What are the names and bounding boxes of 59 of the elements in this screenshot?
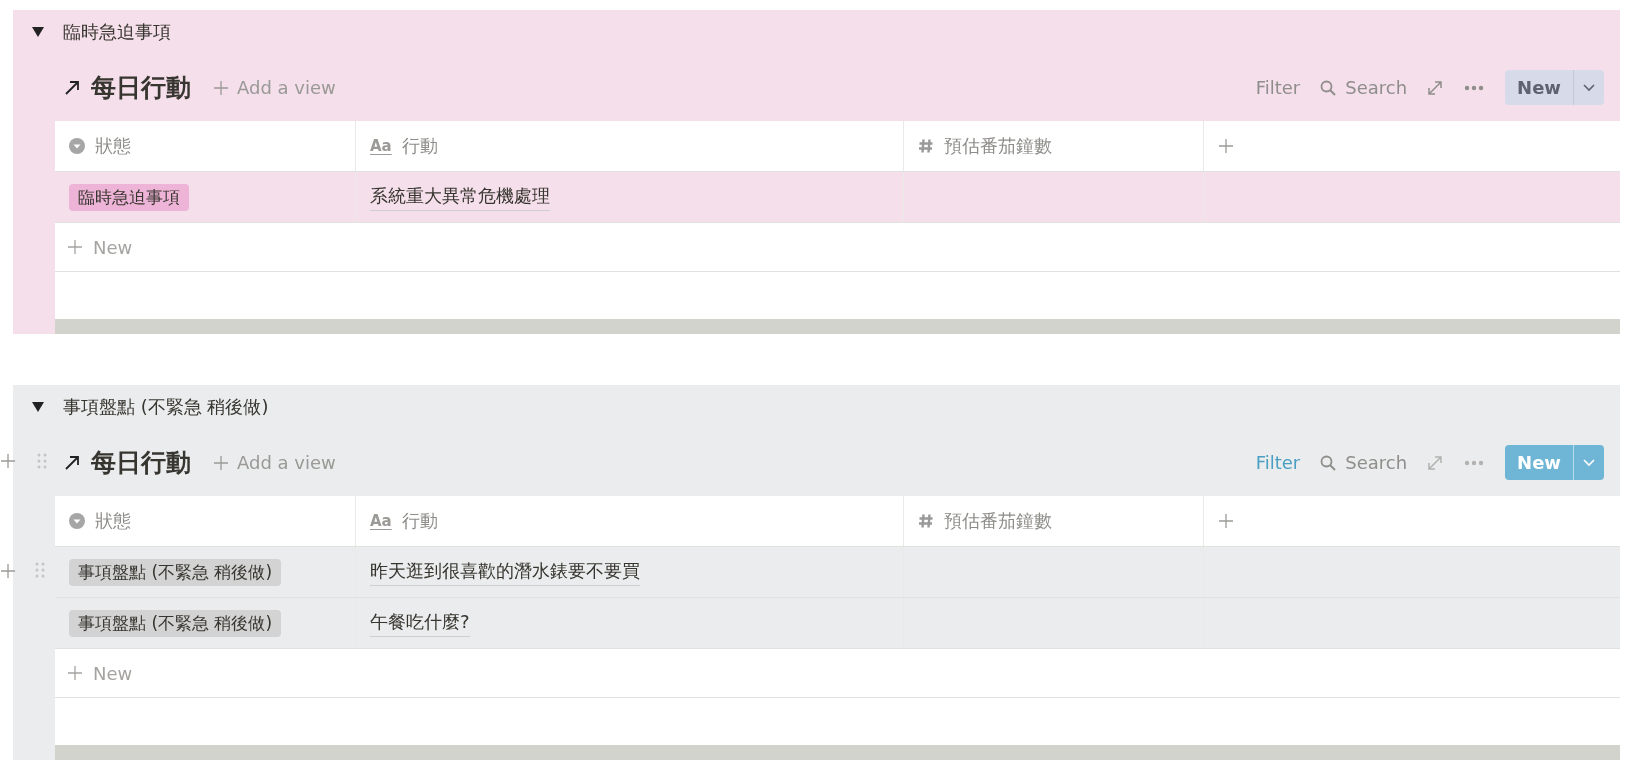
toggle-heading: 臨時急迫事項 xyxy=(63,20,171,44)
scrollbar[interactable] xyxy=(55,745,1620,760)
action-link[interactable]: 午餐吃什麼? xyxy=(370,609,470,637)
status-tag: 事項盤點 (不緊急 稍後做) xyxy=(69,609,282,637)
plus-icon xyxy=(67,665,83,681)
plus-icon xyxy=(67,239,83,255)
view-title[interactable]: 每日行動 xyxy=(91,446,191,479)
collapse-triangle-icon[interactable] xyxy=(32,401,44,413)
column-header[interactable]: 狀態 xyxy=(95,509,131,533)
hash-icon xyxy=(918,513,934,529)
plus-icon xyxy=(1218,138,1234,154)
toggle-heading: 事項盤點 (不緊急 稍後做) xyxy=(63,395,269,419)
link-arrow-icon xyxy=(63,453,81,472)
dropdown-icon xyxy=(69,138,85,154)
new-row-button[interactable]: New xyxy=(55,236,133,258)
text-type-icon: Aa xyxy=(370,137,392,155)
plus-icon xyxy=(213,454,229,471)
add-column-icon[interactable] xyxy=(1218,513,1234,529)
plus-icon xyxy=(213,79,229,96)
view-title[interactable]: 每日行動 xyxy=(91,71,191,104)
hash-icon xyxy=(918,138,934,154)
add-view-button[interactable]: Add a view xyxy=(213,77,336,98)
plus-icon xyxy=(0,563,16,579)
expand-icon[interactable] xyxy=(1427,454,1444,471)
drag-handle-icon[interactable] xyxy=(35,561,45,579)
scrollbar[interactable] xyxy=(55,319,1620,334)
filter-button[interactable]: Filter xyxy=(1255,77,1301,98)
drag-handle-icon[interactable] xyxy=(37,452,47,470)
more-icon[interactable] xyxy=(1463,459,1486,466)
link-arrow-icon xyxy=(63,78,81,97)
action-link[interactable]: 系統重大異常危機處理 xyxy=(370,183,550,211)
search-button[interactable]: Search xyxy=(1320,452,1408,473)
column-header[interactable]: 行動 xyxy=(401,509,438,533)
chevron-icon[interactable] xyxy=(1583,83,1595,92)
action-link[interactable]: 昨天逛到很喜歡的潛水錶要不要買 xyxy=(370,558,640,586)
status-tag: 事項盤點 (不緊急 稍後做) xyxy=(69,558,282,586)
text-type-icon: Aa xyxy=(370,512,392,530)
more-icon[interactable] xyxy=(1463,84,1486,91)
dropdown-icon xyxy=(69,513,85,529)
collapse-triangle-icon[interactable] xyxy=(32,26,44,38)
search-button[interactable]: Search xyxy=(1320,77,1408,98)
add-column-icon[interactable] xyxy=(1218,138,1234,154)
new-row-button[interactable]: New xyxy=(55,662,133,684)
search-icon xyxy=(1320,79,1337,96)
add-icon[interactable] xyxy=(0,453,16,469)
status-tag: 臨時急迫事項 xyxy=(69,183,189,211)
column-header[interactable]: 預估番茄鐘數 xyxy=(944,509,1052,533)
add-view-button[interactable]: Add a view xyxy=(213,452,336,473)
search-icon xyxy=(1320,454,1337,471)
add-icon[interactable] xyxy=(0,563,16,579)
expand-icon[interactable] xyxy=(1427,79,1444,96)
plus-icon xyxy=(1218,513,1234,529)
filter-button[interactable]: Filter xyxy=(1255,452,1301,473)
new-button[interactable]: New xyxy=(1505,70,1604,105)
new-button[interactable]: New xyxy=(1505,445,1604,480)
column-header[interactable]: 行動 xyxy=(401,134,438,158)
plus-icon xyxy=(0,453,16,469)
column-header[interactable]: 預估番茄鐘數 xyxy=(944,134,1052,158)
column-header[interactable]: 狀態 xyxy=(95,134,131,158)
